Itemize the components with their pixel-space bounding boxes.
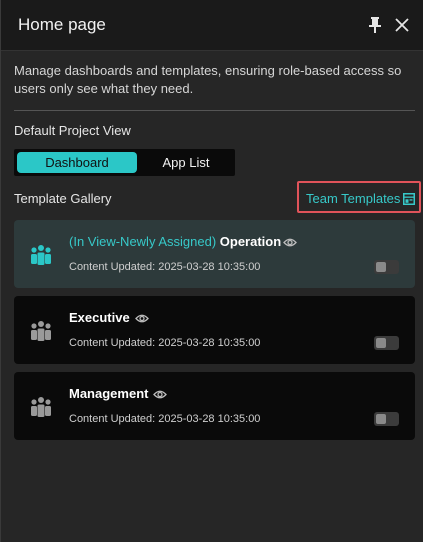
- template-name: Executive: [69, 310, 130, 325]
- template-name: (In View-Newly Assigned) Operation: [69, 234, 281, 249]
- panel-header: Home page: [1, 0, 423, 51]
- default-view-label: Default Project View: [14, 123, 131, 138]
- panel-title: Home page: [18, 15, 106, 34]
- template-card-executive[interactable]: Executive Content Updated: 2025-03-28 10…: [14, 296, 415, 364]
- template-toggle-switch[interactable]: [374, 412, 399, 426]
- switch-knob: [376, 262, 386, 272]
- dashboard-option-button[interactable]: Dashboard: [17, 152, 137, 173]
- people-group-icon: [31, 397, 51, 417]
- team-templates-label: Team Templates: [306, 191, 401, 206]
- eye-icon[interactable]: [153, 389, 167, 400]
- switch-knob: [376, 338, 386, 348]
- panel-description: Manage dashboards and templates, ensurin…: [14, 63, 402, 96]
- template-icon: [403, 193, 415, 205]
- close-icon[interactable]: [394, 16, 410, 34]
- home-page-panel: Home page Manage dashboards and template…: [0, 0, 423, 542]
- template-name-text: Operation: [219, 234, 282, 249]
- content-updated-text: Content Updated: 2025-03-28 10:35:00: [69, 413, 261, 425]
- people-group-icon: [31, 321, 51, 341]
- template-status-prefix: (In View-Newly Assigned): [69, 234, 220, 249]
- template-toggle-switch[interactable]: [374, 260, 399, 274]
- template-toggle-switch[interactable]: [374, 336, 399, 350]
- divider: [14, 110, 415, 111]
- default-view-toggle: Dashboard App List: [14, 149, 235, 176]
- pin-icon[interactable]: [367, 16, 383, 34]
- switch-knob: [376, 414, 386, 424]
- content-updated-text: Content Updated: 2025-03-28 10:35:00: [69, 261, 261, 273]
- app-list-option-button[interactable]: App List: [139, 152, 233, 173]
- content-updated-text: Content Updated: 2025-03-28 10:35:00: [69, 337, 261, 349]
- people-group-icon: [31, 245, 51, 265]
- template-gallery-label: Template Gallery: [14, 191, 112, 206]
- team-templates-link[interactable]: Team Templates: [297, 181, 421, 213]
- template-card-management[interactable]: Management Content Updated: 2025-03-28 1…: [14, 372, 415, 440]
- template-name: Management: [69, 386, 149, 401]
- eye-icon[interactable]: [283, 237, 297, 248]
- eye-icon[interactable]: [135, 313, 149, 324]
- template-card-operation[interactable]: (In View-Newly Assigned) Operation Conte…: [14, 220, 415, 288]
